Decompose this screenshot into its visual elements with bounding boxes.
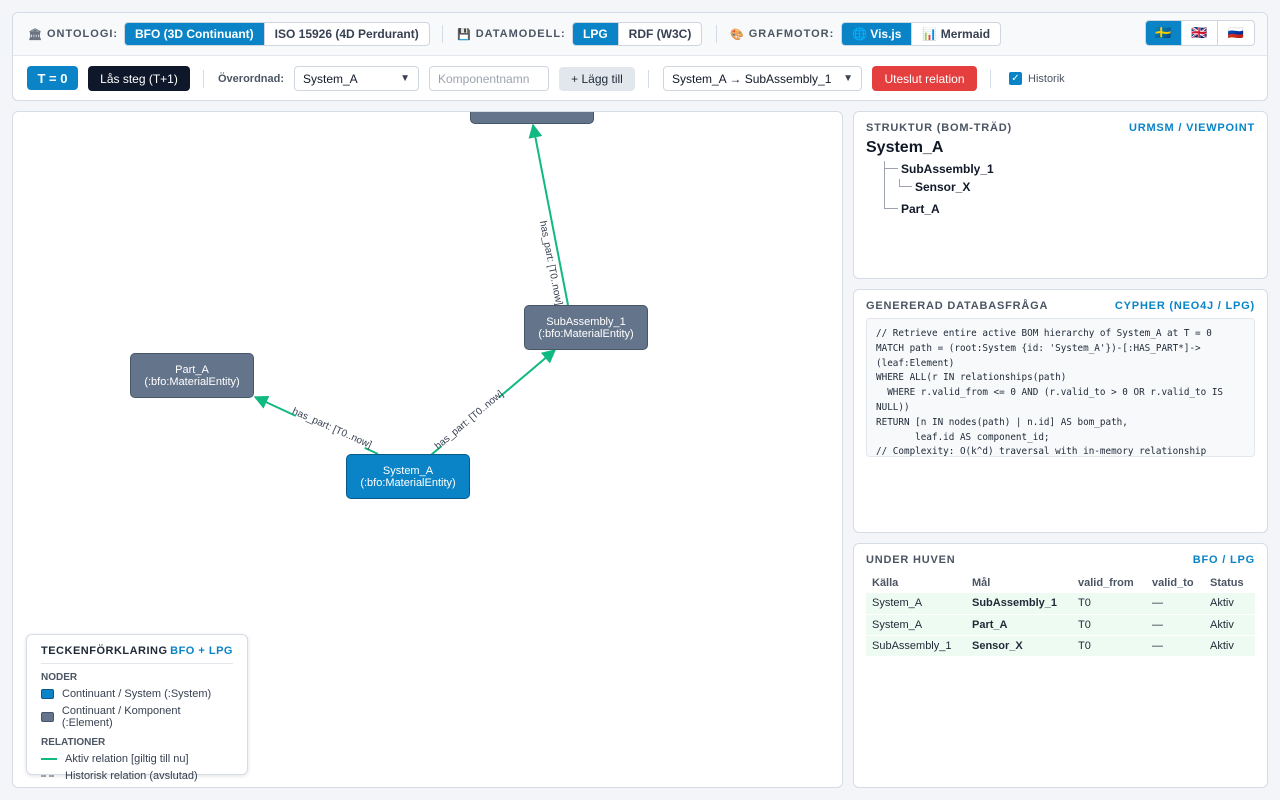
tree-item[interactable]: SubAssembly_1 xyxy=(901,162,994,176)
table-cell: SubAssembly_1 xyxy=(866,635,966,657)
table-cell: Aktiv xyxy=(1204,593,1255,615)
ontology-option-bfo[interactable]: BFO (3D Continuant) xyxy=(125,23,265,45)
table-cell: Sensor_X xyxy=(966,635,1072,657)
tree-connector xyxy=(884,201,898,209)
ontology-selector: BFO (3D Continuant) ISO 15926 (4D Perdur… xyxy=(124,22,430,46)
divider xyxy=(716,25,717,43)
column-header: Källa xyxy=(872,576,899,589)
language-russian-flag-icon[interactable]: 🇷🇺 xyxy=(1218,21,1254,45)
table-cell: — xyxy=(1146,614,1204,636)
floppy-disk-icon: 💾 xyxy=(457,28,472,41)
institution-icon: 🏛 xyxy=(28,28,43,41)
table-cell: SubAssembly_1 xyxy=(966,593,1072,615)
under-hood-panel-header: UNDER HUVEN BFO / LPG xyxy=(866,554,1255,566)
edge-label: has_part: [T0..now] xyxy=(433,389,506,453)
add-component-button[interactable]: + Lägg till xyxy=(559,67,635,91)
divider xyxy=(203,70,204,88)
query-panel-header: GENERERAD DATABASFRÅGA CYPHER (NEO4J / L… xyxy=(866,300,1255,312)
swatch-system-icon xyxy=(41,689,54,699)
tree-root[interactable]: System_A xyxy=(854,134,1267,157)
divider xyxy=(990,70,991,88)
parent-select[interactable]: System_A ▼ xyxy=(294,66,419,91)
divider xyxy=(442,25,443,43)
graph-canvas[interactable]: has_part: [T0..now] has_part: [T0..now] … xyxy=(12,111,843,788)
table-cell: Part_A xyxy=(966,614,1072,636)
relation-select[interactable]: System_A → SubAssembly_1 ▼ xyxy=(663,66,862,91)
legend-relations-label: RELATIONER xyxy=(41,737,106,748)
legend-nodes-label: NODER xyxy=(41,672,78,683)
table-cell: System_A xyxy=(866,614,966,636)
ontology-group-label: 🏛 ONTOLOGI: xyxy=(28,28,119,41)
column-header: Mål xyxy=(972,576,991,589)
engine-selector: 🌐 Vis.js 📊 Mermaid xyxy=(841,22,1002,46)
chevron-down-icon: ▼ xyxy=(843,73,853,84)
exclude-relation-button[interactable]: Uteslut relation xyxy=(872,66,977,91)
engine-option-mermaid[interactable]: 📊 Mermaid xyxy=(912,23,1000,45)
tree-item[interactable]: Part_A xyxy=(901,202,940,216)
edge-label: has_part: [T0..now] xyxy=(290,406,373,451)
legend-item: Aktiv relation [giltig till nu] xyxy=(41,753,233,765)
generated-query-code[interactable]: // Retrieve entire active BOM hierarchy … xyxy=(866,318,1255,457)
column-header: valid_to xyxy=(1152,576,1194,589)
column-header: Status xyxy=(1210,576,1244,589)
datamodel-option-lpg[interactable]: LPG xyxy=(573,23,619,45)
datamodel-selector: LPG RDF (W3C) xyxy=(572,22,703,46)
engine-group-label: 🎨 GRAFMOTOR: xyxy=(730,28,835,41)
query-panel: GENERERAD DATABASFRÅGA CYPHER (NEO4J / L… xyxy=(853,289,1268,533)
parent-label: Överordnad: xyxy=(218,72,285,85)
legend-item: Historisk relation (avslutad) xyxy=(41,770,233,782)
table-cell: System_A xyxy=(866,593,966,615)
toolbar: 🏛 ONTOLOGI: BFO (3D Continuant) ISO 1592… xyxy=(12,12,1268,101)
column-header: valid_from xyxy=(1078,576,1134,589)
toolbar-settings-row: 🏛 ONTOLOGI: BFO (3D Continuant) ISO 1592… xyxy=(13,13,1267,56)
table-cell: T0 xyxy=(1072,635,1146,657)
swatch-component-icon xyxy=(41,712,54,722)
structure-panel-header: STRUKTUR (BOM-TRÄD) URMSM / VIEWPOINT xyxy=(866,122,1255,134)
table-cell: — xyxy=(1146,593,1204,615)
language-english-flag-icon[interactable]: 🇬🇧 xyxy=(1182,21,1218,45)
graph-node-top[interactable] xyxy=(470,112,594,124)
table-cell: — xyxy=(1146,635,1204,657)
structure-panel: STRUKTUR (BOM-TRÄD) URMSM / VIEWPOINT Sy… xyxy=(853,111,1268,279)
table-header-row: Källa Mål valid_from valid_to Status xyxy=(866,572,1255,593)
lock-step-button[interactable]: Lås steg (T+1) xyxy=(88,66,190,91)
ontology-option-iso[interactable]: ISO 15926 (4D Perdurant) xyxy=(265,23,429,45)
table-cell: T0 xyxy=(1072,614,1146,636)
under-hood-panel: UNDER HUVEN BFO / LPG Källa Mål valid_fr… xyxy=(853,543,1268,788)
language-swedish-flag-icon[interactable]: 🇸🇪 xyxy=(1146,21,1182,45)
table-cell: Aktiv xyxy=(1204,614,1255,636)
engine-option-visjs[interactable]: 🌐 Vis.js xyxy=(842,23,913,45)
datamodel-group-label: 💾 DATAMODELL: xyxy=(457,28,566,41)
time-badge: T = 0 xyxy=(27,66,78,90)
toolbar-actions-row: T = 0 Lås steg (T+1) Överordnad: System_… xyxy=(13,57,1267,102)
legend-header: TECKENFÖRKLARING BFO + LPG xyxy=(41,645,233,664)
graph-node-subassembly[interactable]: SubAssembly_1 (:bfo:MaterialEntity) xyxy=(524,305,648,350)
component-name-input[interactable]: Komponentnamn xyxy=(429,66,549,91)
legend-item: Continuant / System (:System) xyxy=(41,688,233,700)
relations-table: Källa Mål valid_from valid_to Status Sys… xyxy=(866,572,1255,657)
history-toggle[interactable]: ✓ Historik xyxy=(1009,66,1065,91)
tree-connector xyxy=(884,161,898,169)
graph-node-system[interactable]: System_A (:bfo:MaterialEntity) xyxy=(346,454,470,499)
active-relation-line-icon xyxy=(41,758,57,760)
table-cell: T0 xyxy=(1072,593,1146,615)
palette-icon: 🎨 xyxy=(730,28,745,41)
table-row[interactable]: System_A Part_A T0 — Aktiv xyxy=(866,614,1255,636)
language-selector: 🇸🇪 🇬🇧 🇷🇺 xyxy=(1145,20,1255,46)
table-cell: Aktiv xyxy=(1204,635,1255,657)
graph-node-part[interactable]: Part_A (:bfo:MaterialEntity) xyxy=(130,353,254,398)
table-row[interactable]: System_A SubAssembly_1 T0 — Aktiv xyxy=(866,593,1255,615)
tree-connector xyxy=(899,179,912,187)
chevron-down-icon: ▼ xyxy=(400,73,410,84)
datamodel-option-rdf[interactable]: RDF (W3C) xyxy=(619,23,702,45)
checkbox-checked-icon[interactable]: ✓ xyxy=(1009,72,1022,85)
historic-relation-line-icon xyxy=(41,775,57,777)
legend-item: Continuant / Komponent (:Element) xyxy=(41,705,233,729)
legend: TECKENFÖRKLARING BFO + LPG NODER Continu… xyxy=(26,634,248,782)
tree-connector xyxy=(884,168,885,202)
divider xyxy=(648,70,649,88)
table-row[interactable]: SubAssembly_1 Sensor_X T0 — Aktiv xyxy=(866,635,1255,657)
tree-item[interactable]: Sensor_X xyxy=(915,180,970,194)
